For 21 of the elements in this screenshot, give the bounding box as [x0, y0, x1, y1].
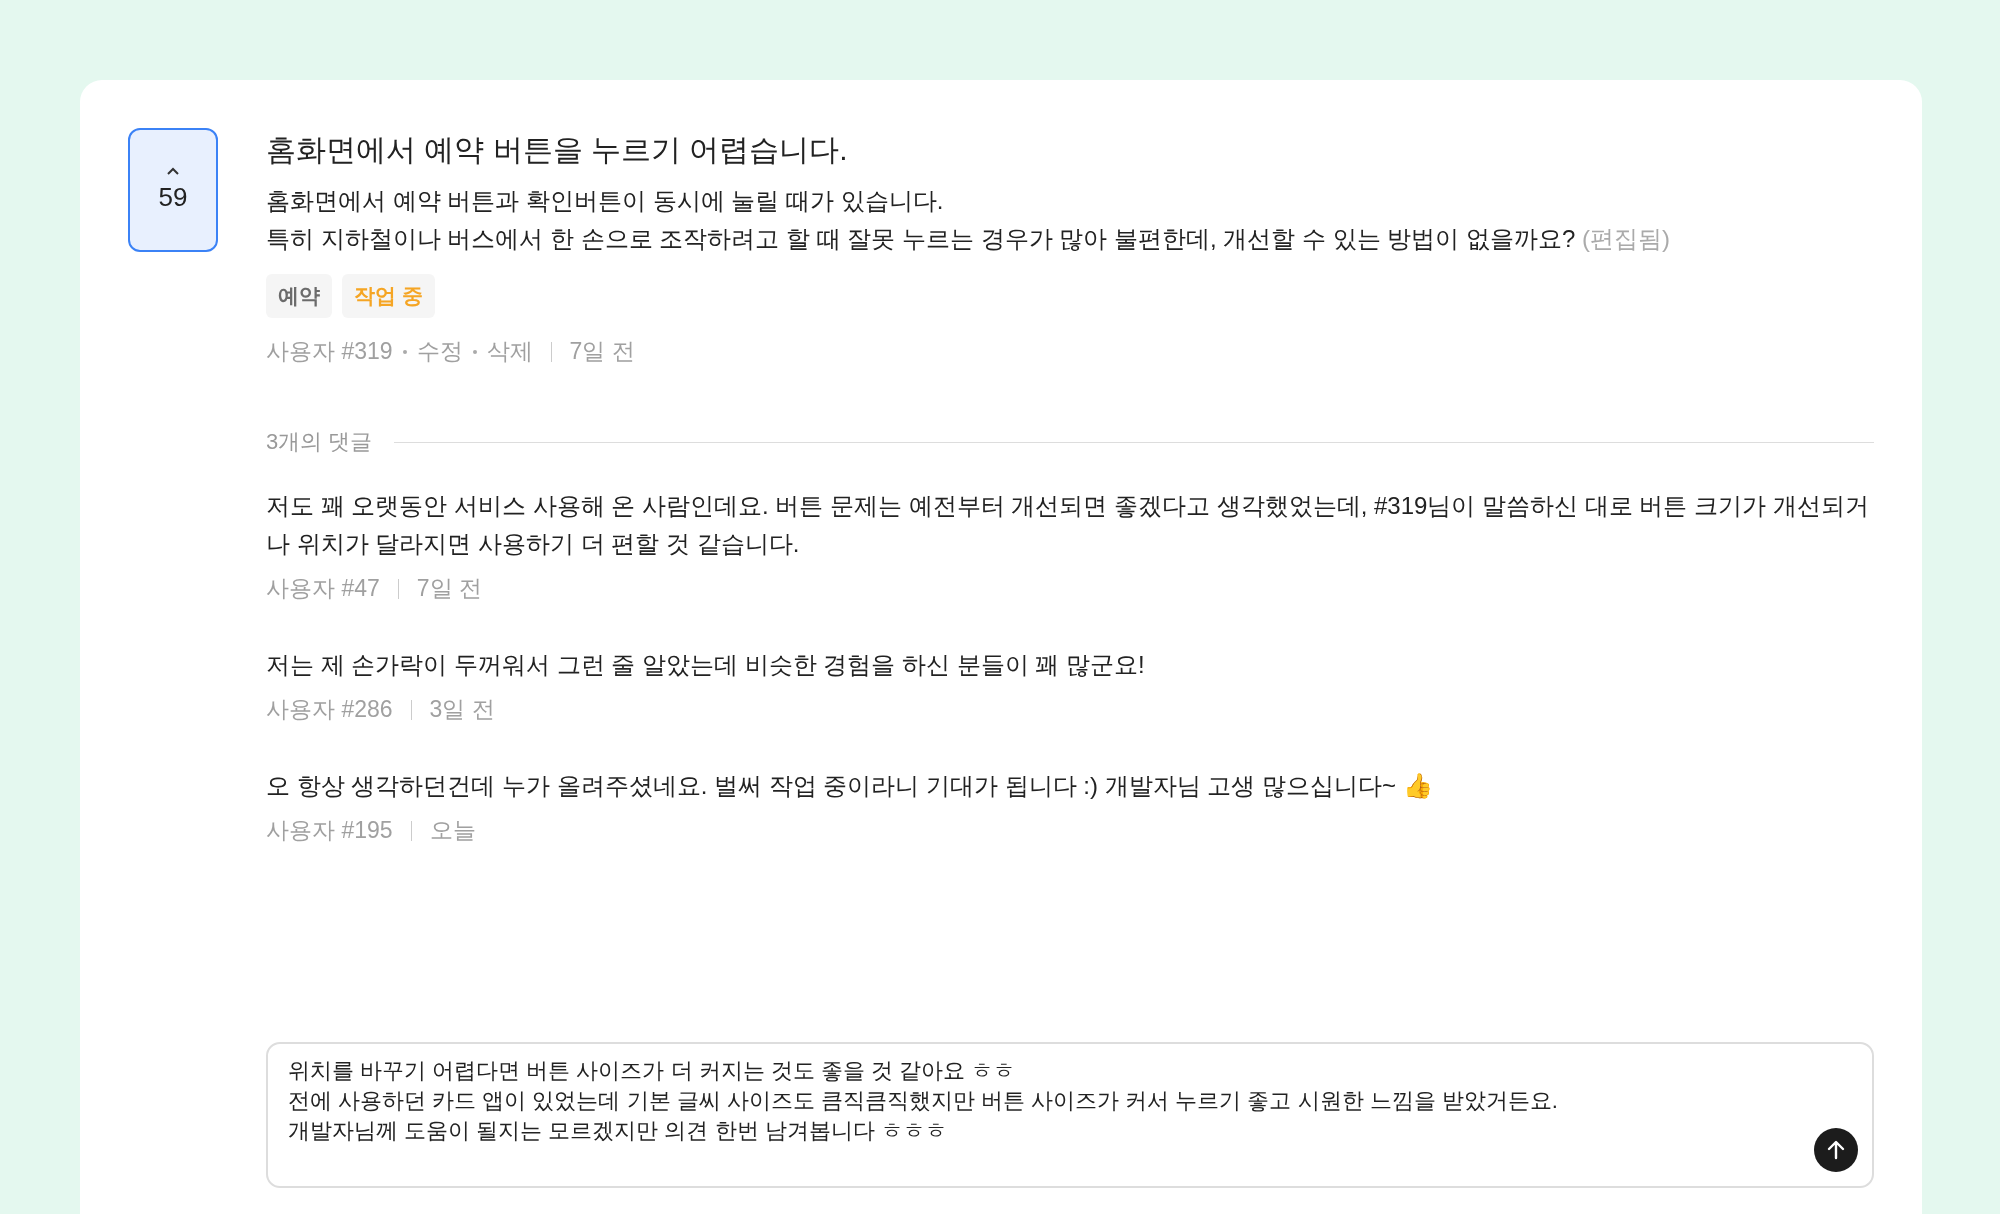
- reply-field[interactable]: 위치를 바꾸기 어렵다면 버튼 사이즈가 더 커지는 것도 좋을 것 같아요 ㅎㅎ 전에 사용하던 카드 앱이 있었는데 기본 글씨 사이즈도 큼직큼직했지만 버튼 사이즈가 커서 누르기 좋고 시원한 느낌을 받았거든요. 개발자님께 도움이 될지는 모르겠지만 의견 한번 남겨봅니다 ㅎㅎㅎ: [266, 1042, 1874, 1188]
- upvote-button[interactable]: 59: [128, 128, 218, 252]
- comment-text: 저는 제 손가락이 두꺼워서 그런 줄 알았는데 비슷한 경험을 하신 분들이 꽤 많군요!: [266, 650, 1146, 680]
- timestamp: 3일 전: [429, 695, 495, 724]
- timestamp: 7일 전: [416, 574, 482, 603]
- timestamp: 7일 전: [569, 337, 635, 366]
- comment-text: 오 항상 생각하던건데 누가 올려주셨네요. 벌써 작업 중이라니 기대가 됩니다 :) 개발자님 고생 많으십니다~ 👍: [266, 771, 1434, 801]
- comment-text: 저도 꽤 오랫동안 서비스 사용해 온 사람인데요. 버튼 문제는 예전부터 개선되면 좋겠다고 생각했었는데, #319님이 말씀하신 대로 버튼 크기가 개선되거나 위치가 달라지면 사용하기 더 편할 것 같습니다.: [266, 491, 1870, 559]
- author-name: 사용자 #286: [266, 695, 393, 724]
- post-title: 홈화면에서 예약 버튼을 누르기 어렵습니다.: [266, 132, 849, 168]
- post-body: 홈화면에서 예약 버튼과 확인버튼이 동시에 눌릴 때가 있습니다. 특히 지하철이나 버스에서 한 손으로 조작하려고 할 때 잘못 누르는 경우가 많아 불편한데, 개선할 수 있는 방법이 없을까요? (편집됨): [266, 186, 1672, 254]
- comment-count: 3개의 댓글: [266, 428, 373, 456]
- author-name: 사용자 #47: [266, 574, 380, 603]
- tag: 예약: [266, 274, 332, 318]
- timestamp: 오늘: [429, 816, 476, 845]
- author-name: 사용자 #195: [266, 816, 393, 845]
- tag: 작업 중: [342, 274, 435, 318]
- caret-up-icon: [166, 167, 180, 176]
- send-button[interactable]: [1814, 1128, 1858, 1172]
- author-name: 사용자 #319: [266, 337, 393, 366]
- arrow-up-icon: [1825, 1139, 1847, 1161]
